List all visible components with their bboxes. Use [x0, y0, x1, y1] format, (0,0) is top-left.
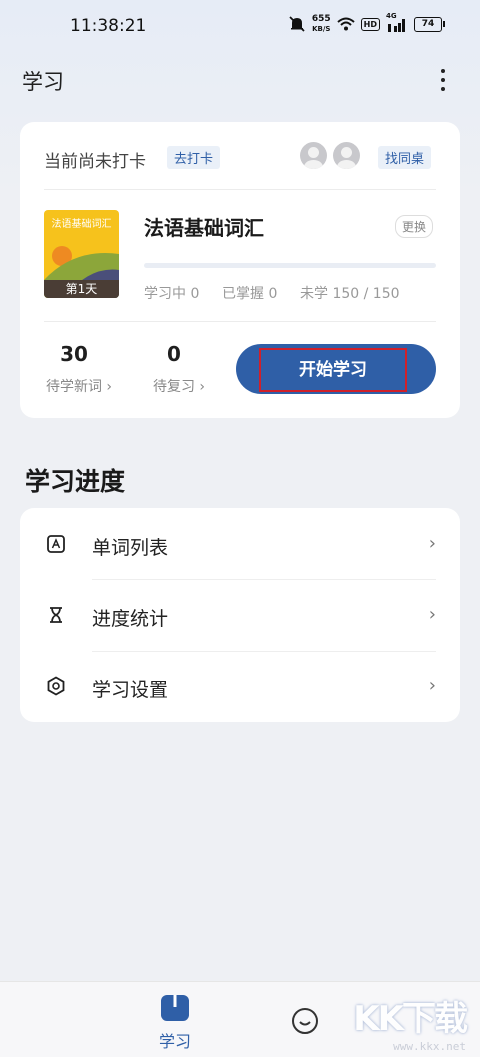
learning-count: 学习中 0	[144, 286, 200, 302]
more-menu-icon[interactable]	[436, 66, 450, 94]
progress-list: 单词列表 › 进度统计 › 学习设置 ›	[20, 508, 460, 722]
list-item-study-settings[interactable]: 学习设置 ›	[20, 651, 460, 721]
tab-study-label: 学习	[158, 1032, 191, 1051]
mute-bell-icon	[289, 16, 305, 32]
wifi-icon	[336, 17, 355, 31]
chevron-right-icon: ›	[428, 675, 436, 696]
hd-badge: HD	[360, 17, 380, 31]
unlearned-count: 未学 150 / 150	[300, 286, 400, 302]
list-item-label: 学习设置	[92, 679, 169, 701]
net-speed: 655 KB/S	[312, 14, 331, 34]
net-speed-unit: KB/S	[312, 25, 331, 33]
list-item-word-list[interactable]: 单词列表 ›	[20, 509, 460, 579]
divider	[44, 321, 436, 322]
hexagon-settings-icon	[47, 676, 65, 696]
status-icons: 655 KB/S HD 4G 74	[288, 12, 445, 34]
watermark: KK下载 www.kkx.net	[353, 991, 468, 1053]
mastered-count: 已掌握 0	[222, 286, 278, 302]
review-count[interactable]: 0	[134, 342, 214, 366]
book-cover[interactable]: 法语基础词汇 第1天	[44, 210, 119, 298]
swap-book-button[interactable]: 更换	[395, 215, 434, 238]
cover-day: 第1天	[44, 280, 119, 298]
hourglass-icon	[50, 607, 62, 623]
smiley-icon	[292, 1008, 318, 1034]
letter-a-icon	[47, 535, 65, 553]
study-card: 当前尚未打卡 去打卡 找同桌 法语基础词汇 第1天 法语基础词汇 更换 学习中 …	[20, 122, 460, 418]
checkin-status: 当前尚未打卡	[44, 152, 146, 172]
status-bar: 11:38:21 655 KB/S HD 4G 74	[0, 0, 480, 56]
book-title: 法语基础词汇	[144, 216, 264, 240]
status-time: 11:38:21	[70, 16, 147, 36]
list-item-progress-stats[interactable]: 进度统计 ›	[20, 580, 460, 650]
find-deskmate-button[interactable]: 找同桌	[378, 146, 432, 169]
start-study-label: 开始学习	[259, 348, 407, 392]
chevron-right-icon: ›	[428, 533, 436, 554]
bottom-tab-bar: 学习 KK下载 www.kkx.net	[0, 981, 480, 1057]
battery-icon: 74	[414, 16, 445, 32]
avatar	[300, 142, 327, 169]
new-words-label[interactable]: 待学新词 ›	[39, 376, 119, 396]
tab-profile[interactable]	[275, 982, 335, 1057]
new-words-count[interactable]: 30	[34, 342, 114, 366]
net-speed-value: 655	[311, 14, 331, 24]
cover-title: 法语基础词汇	[51, 219, 112, 230]
start-study-button[interactable]: 开始学习	[236, 344, 436, 394]
watermark-logo: KK下载	[353, 999, 468, 1039]
divider	[44, 189, 436, 190]
list-item-label: 单词列表	[92, 537, 169, 559]
avatar	[333, 142, 360, 169]
chevron-right-icon: ›	[428, 604, 436, 625]
checkin-button[interactable]: 去打卡	[167, 146, 221, 169]
signal-icon: 4G	[386, 12, 408, 32]
list-item-label: 进度统计	[92, 608, 169, 630]
tab-study[interactable]: 学习	[145, 982, 205, 1057]
watermark-url: www.kkx.net	[393, 1040, 466, 1053]
section-title: 学习进度	[25, 467, 126, 496]
page-title: 学习	[22, 70, 64, 94]
review-label[interactable]: 待复习 ›	[139, 376, 219, 396]
book-progress-bar	[144, 263, 436, 268]
book-icon	[161, 995, 189, 1021]
